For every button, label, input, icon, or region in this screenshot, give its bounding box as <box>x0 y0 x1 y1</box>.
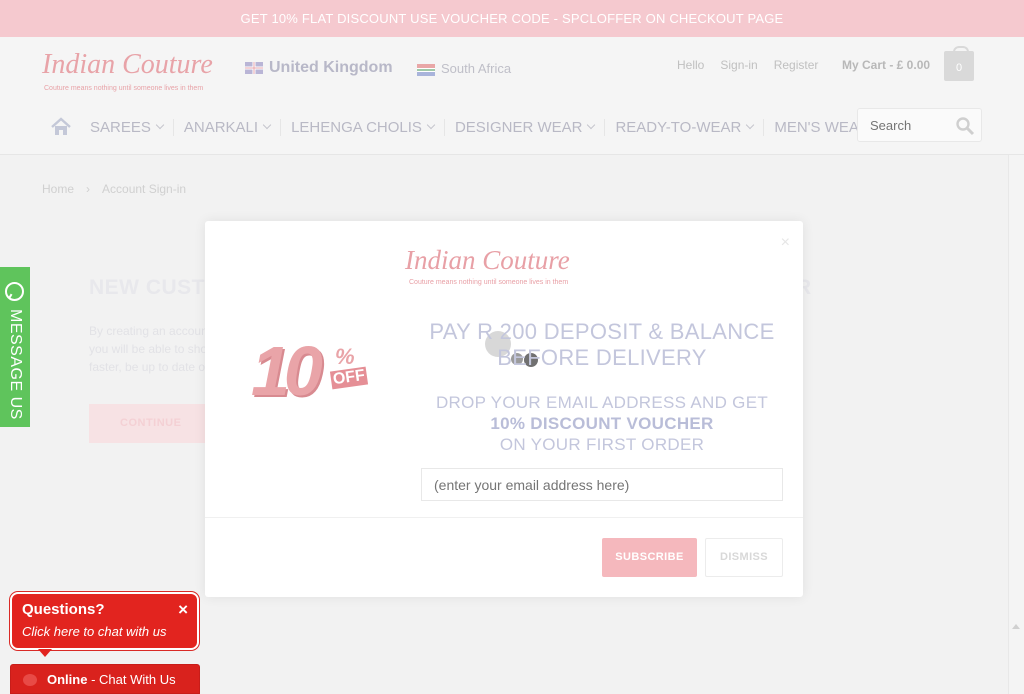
badge-number: 10 <box>251 332 323 410</box>
badge-percent: % <box>335 344 355 369</box>
modal-logo: Indian Couture Couture means nothing unt… <box>404 235 604 293</box>
nav-item-lehenga-cholis[interactable]: LEHENGA CHOLIS <box>280 118 444 136</box>
modal-logo-tagline: Couture means nothing until someone live… <box>409 279 569 286</box>
chevron-down-icon <box>262 120 272 130</box>
scroll-up-arrow-icon[interactable] <box>1012 624 1020 629</box>
breadcrumb-current: Account Sign-in <box>102 182 187 196</box>
uk-flag-icon <box>245 61 263 74</box>
hello-text: Hello <box>677 58 705 72</box>
nav-item-anarkali[interactable]: ANARKALI <box>172 118 280 136</box>
south-africa-flag-icon <box>417 63 435 76</box>
country-selector-za[interactable]: South Africa <box>417 61 511 76</box>
modal-sub-line1: DROP YOUR EMAIL ADDRESS AND GET <box>435 393 769 412</box>
chat-bar-text: Online - Chat With Us <box>47 665 176 694</box>
account-links: Hello Sign-in Register <box>677 58 834 72</box>
chat-question: Questions? <box>22 601 105 618</box>
search-box <box>857 108 982 142</box>
site-header: Indian Couture Couture means nothing unt… <box>0 37 1024 155</box>
chat-bubble-icon <box>5 282 24 301</box>
modal-sub-line3: ON YOUR FIRST ORDER <box>499 435 705 454</box>
register-link[interactable]: Register <box>774 58 819 72</box>
nav-item-label: ANARKALI <box>183 118 259 136</box>
breadcrumb: Home › Account Sign-in <box>42 182 186 196</box>
country-za-label: South Africa <box>441 61 512 76</box>
email-field[interactable] <box>421 468 783 501</box>
discount-badge-graphic: 10 % OFF <box>245 325 375 415</box>
logo-tagline: Couture means nothing until someone live… <box>44 85 204 92</box>
search-input[interactable] <box>858 109 956 141</box>
message-us-label: MESSAGE US <box>7 309 24 420</box>
country-selector-uk[interactable]: United Kingdom <box>245 59 393 77</box>
chat-bar-label: - Chat With Us <box>87 672 176 687</box>
nav-item-ready-to-wear[interactable]: READY-TO-WEAR <box>604 118 763 136</box>
close-icon[interactable]: × <box>178 600 188 620</box>
modal-divider <box>205 517 803 518</box>
country-uk-label: United Kingdom <box>269 59 393 76</box>
chat-bar[interactable]: Online - Chat With Us <box>10 664 200 694</box>
main-nav: SAREES ANARKALI LEHENGA CHOLIS DESIGNER … <box>0 115 858 139</box>
cart-link[interactable]: My Cart - £ 0.00 <box>842 58 930 72</box>
subscribe-modal: × Indian Couture Couture means nothing u… <box>205 221 803 597</box>
breadcrumb-separator: › <box>86 182 91 196</box>
logo-wordmark: Indian Couture <box>42 49 213 80</box>
nav-item-label: DESIGNER WEAR <box>454 118 583 136</box>
chat-status-icon <box>23 674 37 686</box>
nav-item-label: SAREES <box>90 118 151 136</box>
chevron-down-icon <box>587 120 596 130</box>
modal-logo-wordmark: Indian Couture <box>405 245 570 275</box>
nav-item-label: READY-TO-WEAR <box>615 118 742 136</box>
home-icon[interactable] <box>50 117 72 137</box>
cart-count: 0 <box>955 62 963 74</box>
search-icon[interactable] <box>955 116 975 136</box>
modal-sub-line2: 10% DISCOUNT VOUCHER <box>490 414 714 433</box>
nav-item-label: LEHENGA CHOLIS <box>291 118 422 136</box>
chevron-down-icon <box>426 120 436 130</box>
new-customer-text: By creating an account you will be able … <box>89 324 214 374</box>
modal-subtext: DROP YOUR EMAIL ADDRESS AND GET 10% DISC… <box>427 392 777 455</box>
chevron-down-icon <box>155 120 165 130</box>
close-icon[interactable]: × <box>781 234 790 252</box>
signin-link[interactable]: Sign-in <box>720 58 757 72</box>
nav-item-mens-wear[interactable]: MEN'S WEAR <box>763 118 858 136</box>
nav-item-designer-wear[interactable]: DESIGNER WEAR <box>443 118 605 136</box>
page-scrollbar[interactable] <box>1008 155 1024 694</box>
site-logo[interactable]: Indian Couture Couture means nothing unt… <box>40 41 236 97</box>
shopping-bag-icon[interactable]: 0 <box>944 46 974 81</box>
modal-heading: PAY R 200 DEPOSIT & BALANCE BEFORE DELIV… <box>429 319 775 370</box>
chat-prompt-text: Click here to chat with us <box>22 624 167 639</box>
promo-banner: GET 10% FLAT DISCOUNT USE VOUCHER CODE -… <box>0 0 1024 37</box>
dismiss-button[interactable]: DISMISS <box>705 538 783 577</box>
nav-item-label: MEN'S WEAR <box>774 118 858 136</box>
chevron-down-icon <box>746 120 755 130</box>
chat-status: Online <box>47 672 88 687</box>
chat-prompt-bubble[interactable]: Questions? Click here to chat with us × <box>10 592 199 657</box>
subscribe-button[interactable]: SUBSCRIBE <box>602 538 697 577</box>
badge-off: OFF <box>329 366 369 390</box>
nav-item-sarees[interactable]: SAREES <box>80 119 173 136</box>
continue-button[interactable]: CONTINUE <box>89 404 217 443</box>
breadcrumb-home[interactable]: Home <box>42 182 74 196</box>
message-us-tab[interactable]: MESSAGE US <box>0 267 30 427</box>
